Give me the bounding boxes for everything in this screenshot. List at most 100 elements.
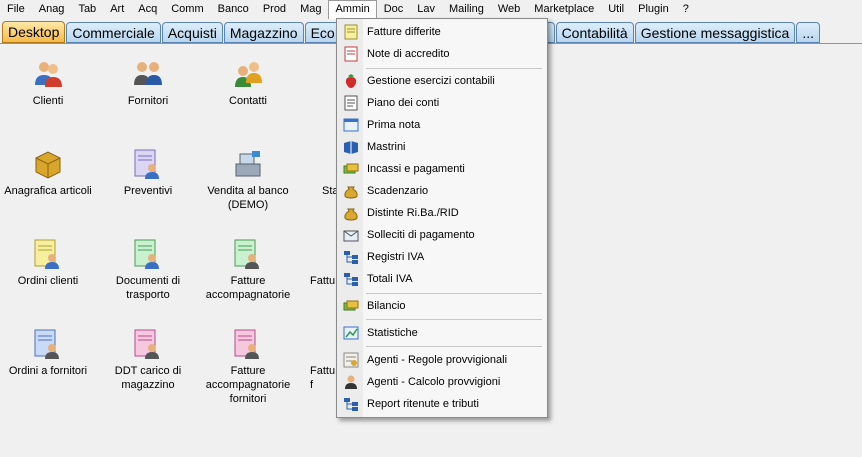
menu-separator (366, 293, 542, 294)
menu-item-incassi-e-pagamenti[interactable]: Incassi e pagamenti (338, 159, 546, 179)
contacts-icon (235, 62, 262, 87)
menu-item-statistiche[interactable]: Statistiche (338, 323, 546, 343)
tab-gestione-messaggistica[interactable]: Gestione messaggistica (634, 22, 796, 43)
strawberry-icon (345, 74, 357, 88)
desktop-icon-label: Clienti (32, 95, 64, 107)
menu-separator (366, 68, 542, 69)
menu-item-label: Agenti - Regole provvigionali (367, 354, 508, 366)
menu-item-label: Bilancio (367, 300, 406, 312)
desktop-icon-label: Documenti di trasporto (115, 275, 181, 301)
menu-item-bilancio[interactable]: Bilancio (338, 296, 546, 316)
menu-item-label: Report ritenute e tributi (367, 398, 479, 410)
menu-mag[interactable]: Mag (293, 0, 328, 19)
menu-item-label: Gestione esercizi contabili (367, 75, 495, 87)
menu-item-mastrini[interactable]: Mastrini (338, 137, 546, 157)
menu-item-note-di-accredito[interactable]: Note di accredito (338, 44, 546, 64)
menu-item-label: Scadenzario (367, 185, 429, 197)
desktop-icon-label: DDT carico di magazzino (114, 365, 182, 391)
menu-comm[interactable]: Comm (164, 0, 210, 19)
tab-acquisti[interactable]: Acquisti (161, 22, 223, 43)
statistics-icon (343, 326, 359, 340)
menu-web[interactable]: Web (491, 0, 527, 19)
desktop-icon-preventivi[interactable]: Preventivi (100, 148, 196, 198)
tree-icon (344, 398, 358, 411)
items-box-icon (35, 151, 61, 179)
deferred-invoice-icon (344, 24, 358, 40)
tab-commerciale[interactable]: Commerciale (66, 22, 161, 43)
menu-item-report-ritenute-e-tributi[interactable]: Report ritenute e tributi (338, 394, 546, 414)
menu-item-label: Prima nota (367, 119, 421, 131)
menu-item-gestione-esercizi-contabili[interactable]: Gestione esercizi contabili (338, 71, 546, 91)
ammin-dropdown-menu: Fatture differite Note di accredito Gest… (336, 18, 548, 418)
reminder-icon (343, 230, 359, 242)
desktop-icon-fatture-accompagnatorie[interactable]: Fatture accompagnatorie (200, 238, 296, 302)
desktop-icon-label: Preventivi (123, 185, 173, 197)
menu-item-solleciti-di-pagamento[interactable]: Solleciti di pagamento (338, 225, 546, 245)
menu-item-agenti-calcolo-provvigioni[interactable]: Agenti - Calcolo provvigioni (338, 372, 546, 392)
menu-item-label: Totali IVA (367, 273, 413, 285)
ledger-icon (344, 141, 358, 154)
menu-help[interactable]: ? (676, 0, 696, 19)
menu-marketplace[interactable]: Marketplace (527, 0, 601, 19)
menu-separator (366, 319, 542, 320)
menu-art[interactable]: Art (103, 0, 131, 19)
menu-prod[interactable]: Prod (256, 0, 293, 19)
desktop-icon-label: Fattu (310, 275, 336, 287)
menu-mailing[interactable]: Mailing (442, 0, 491, 19)
customers-icon (35, 62, 62, 87)
agent-person-icon (345, 375, 357, 389)
menu-item-prima-nota[interactable]: Prima nota (338, 115, 546, 135)
menu-item-agenti-regole-provvigionali[interactable]: Agenti - Regole provvigionali (338, 350, 546, 370)
desktop-icon-clienti[interactable]: Clienti (0, 58, 96, 108)
desktop-icon-ddt-carico-di-magazzino[interactable]: DDT carico di magazzino (100, 328, 196, 392)
chart-of-accounts-icon (344, 95, 358, 111)
desktop-icon-anagrafica-articoli[interactable]: Anagrafica articoli (0, 148, 96, 198)
menu-bar: File Anag Tab Art Acq Comm Banco Prod Ma… (0, 0, 862, 19)
suppliers-icon (134, 62, 162, 85)
desktop-icon-contatti[interactable]: Contatti (200, 58, 296, 108)
desktop-icon-fornitori[interactable]: Fornitori (100, 58, 196, 108)
desktop-icon-label: Contatti (229, 95, 267, 107)
menu-separator (366, 346, 542, 347)
menu-tab[interactable]: Tab (71, 0, 103, 19)
menu-acq[interactable]: Acq (131, 0, 164, 19)
menu-item-fatture-differite[interactable]: Fatture differite (338, 22, 546, 42)
tab-more[interactable]: ... (796, 22, 821, 43)
menu-item-totali-iva[interactable]: Totali IVA (338, 269, 546, 289)
money-bag-icon (344, 186, 358, 199)
desktop-icon-vendita-al-banco[interactable]: Vendita al banco (DEMO) (200, 148, 296, 212)
menu-item-registri-iva[interactable]: Registri IVA (338, 247, 546, 267)
menu-util[interactable]: Util (601, 0, 631, 19)
payments-icon (343, 300, 359, 311)
menu-ammin[interactable]: Ammin (328, 0, 377, 19)
desktop-icon-label: Fatture accompagnatorie fornitori (205, 365, 291, 405)
desktop-icon-label: Anagrafica articoli (4, 185, 92, 197)
desktop-icon-ordini-a-fornitori[interactable]: Ordini a fornitori (0, 328, 96, 378)
desktop-icon-ordini-clienti[interactable]: Ordini clienti (0, 238, 96, 288)
menu-item-scadenzario[interactable]: Scadenzario (338, 181, 546, 201)
menu-item-label: Registri IVA (367, 251, 425, 263)
menu-lav[interactable]: Lav (410, 0, 442, 19)
menu-banco[interactable]: Banco (211, 0, 256, 19)
tab-desktop[interactable]: Desktop (2, 21, 66, 43)
desktop-icon-label: Fattu f (310, 365, 336, 391)
desktop-icon-label: Vendita al banco (DEMO) (207, 185, 289, 211)
menu-anag[interactable]: Anag (32, 0, 72, 19)
menu-item-label: Statistiche (367, 327, 418, 339)
menu-file[interactable]: File (0, 0, 32, 19)
menu-item-label: Note di accredito (367, 48, 450, 60)
desktop-icon-label: Sta (322, 185, 339, 197)
menu-item-distinte-riba-rid[interactable]: Distinte Ri.Ba./RID (338, 203, 546, 223)
journal-icon (343, 118, 359, 132)
menu-plugin[interactable]: Plugin (631, 0, 676, 19)
tree-icon (344, 251, 358, 264)
supplier-invoices-icon (234, 329, 259, 359)
desktop-icon-fatture-accompagnatorie-fornitori[interactable]: Fatture accompagnatorie fornitori (200, 328, 296, 406)
desktop-icon-documenti-di-trasporto[interactable]: Documenti di trasporto (100, 238, 196, 302)
tab-contabilita[interactable]: Contabilità (555, 22, 634, 43)
menu-item-piano-dei-conti[interactable]: Piano dei conti (338, 93, 546, 113)
customer-orders-icon (34, 239, 59, 269)
document-icon (323, 238, 324, 270)
tab-magazzino[interactable]: Magazzino (223, 22, 304, 43)
menu-doc[interactable]: Doc (377, 0, 411, 19)
